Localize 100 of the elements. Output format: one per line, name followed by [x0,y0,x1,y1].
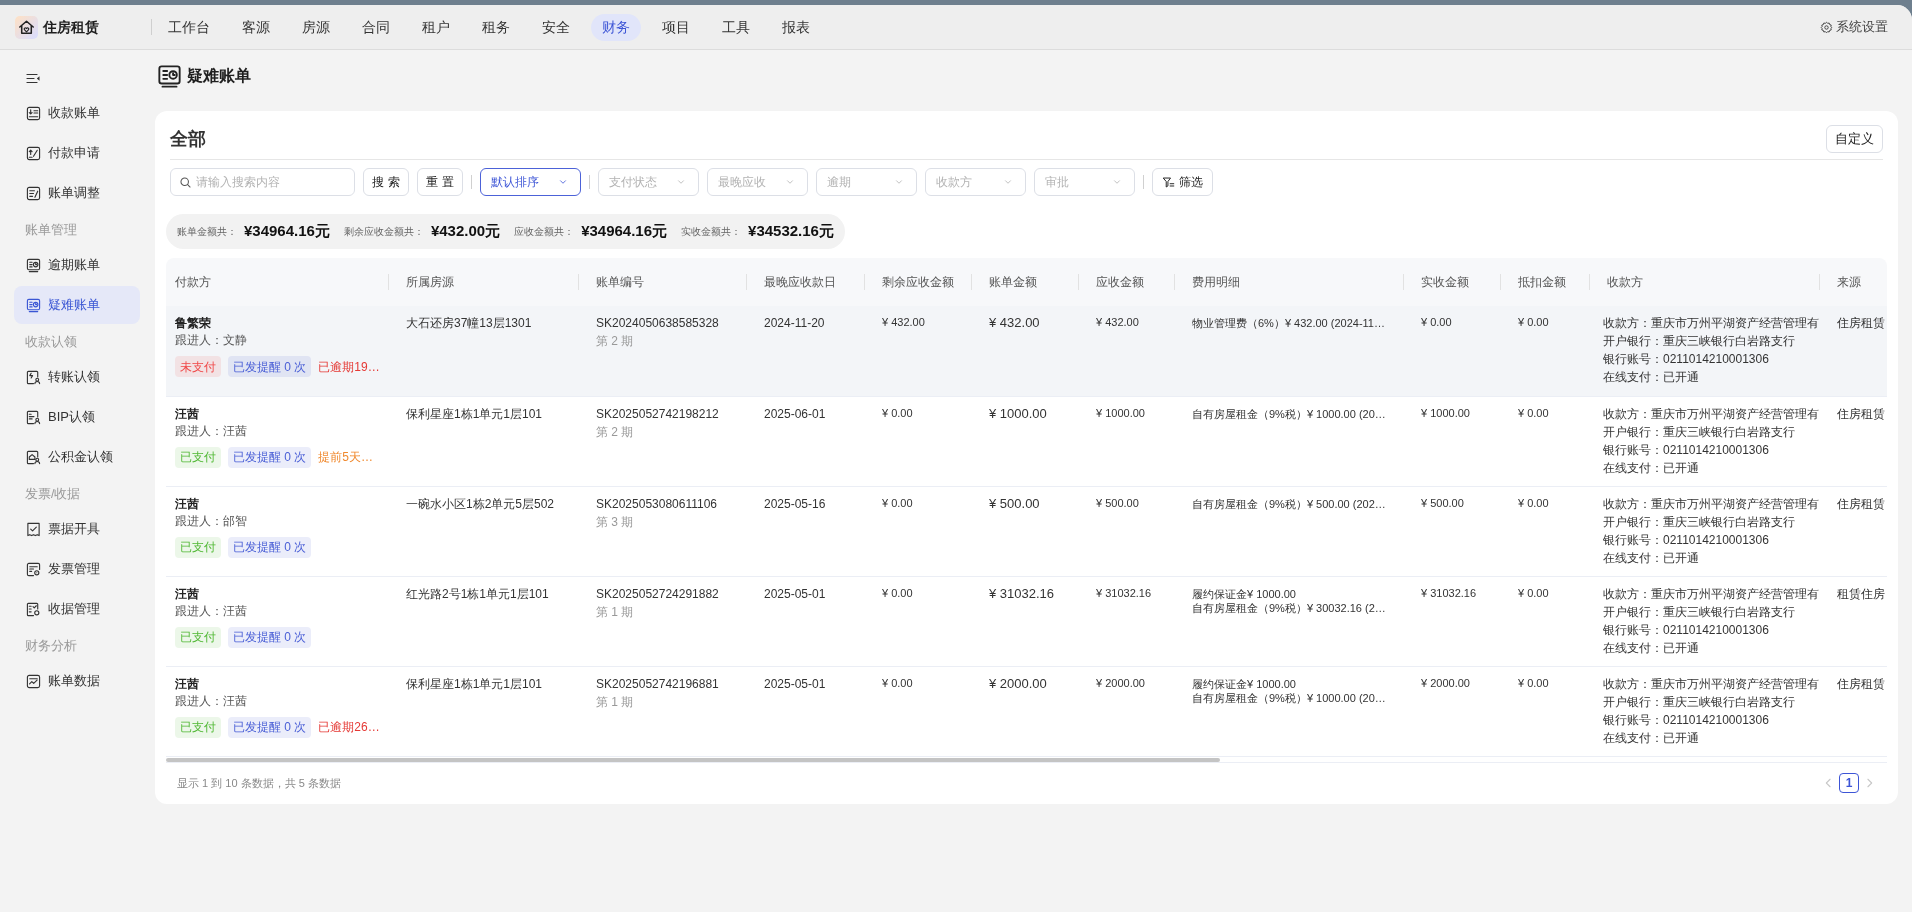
nav-tab[interactable]: 项目 [651,13,701,41]
amount-text: ¥ 1000.00 [1421,405,1470,421]
reset-button[interactable]: 重 置 [417,168,463,196]
nav-tab[interactable]: 合同 [351,13,401,41]
nav-tab[interactable]: 财务 [591,13,641,41]
bill-period: 第 2 期 [596,423,634,441]
column-header: 账单编号 [578,258,746,306]
card-heading: 全部 [170,127,206,151]
summary-label: 实收金额共： [681,225,742,239]
amount-text: ¥ 432.00 [989,314,1040,332]
column-header: 最晚应收款日 [746,258,864,306]
receipt-check-icon [26,521,41,537]
sidebar-item[interactable]: 账单数据 [14,662,140,700]
sidebar-item[interactable]: 疑难账单 [14,286,140,324]
settings-icon [1820,20,1833,34]
amount-text: ¥ 432.00 [1096,315,1139,330]
payer-name: 汪茜 [175,405,199,423]
filter-button[interactable]: 筛选 [1152,168,1213,196]
source-text: 住房租赁 [1837,405,1885,423]
status-tag: 已支付 [175,446,221,468]
page-button[interactable]: 1 [1839,773,1859,794]
sidebar-item[interactable]: 公积金认领 [14,438,140,476]
bill-period: 第 3 期 [596,513,634,531]
column-header: 账单金额 [971,258,1078,306]
pagination-info: 显示 1 到 10 条数据，共 5 条数据 [177,776,341,791]
amount-text: ¥ 31032.16 [989,584,1055,603]
nav-tab[interactable]: 工作台 [157,13,221,41]
nav-tab[interactable]: 租户 [411,13,461,41]
sidebar-item[interactable]: 收款账单 [14,94,140,132]
customize-button[interactable]: 自定义 [1826,125,1883,153]
bill-number: SK2025053080611106 [596,495,717,513]
sidebar-item[interactable]: 发票管理 [14,550,140,588]
fee-detail-line: 自有房屋租金（9%税）¥ 1000.00 (20… [1192,690,1386,705]
search-field[interactable]: 请输入搜索内容 [170,168,355,196]
nav-tab[interactable]: 报表 [771,13,821,41]
nav-tab[interactable]: 租务 [471,13,521,41]
amount-text: ¥ 0.00 [882,495,913,511]
status-tag: 已发提醒 0 次 [228,536,312,558]
summary-value: ¥34964.16元 [581,221,668,242]
sidebar-item[interactable]: 逾期账单 [14,246,140,284]
nav-tab[interactable]: 客源 [231,13,281,41]
settings-button[interactable]: 系统设置 [1820,17,1888,37]
page-title: 疑难账单 [187,66,251,86]
summary-value: ¥34964.16元 [244,221,330,242]
chevron-down-icon [1112,177,1122,187]
payee-info-line: 收款方：重庆市万州平湖资产经营管理有 [1603,495,1819,513]
sidebar-group-label: 财务分析 [25,637,77,655]
payee-info-line: 开户银行：重庆三峡银行白岩路支行 [1603,333,1795,350]
property-name: 保利星座1栋1单元1层101 [406,675,543,693]
search-button[interactable]: 搜 索 [363,168,409,196]
source-text: 租赁住房 [1837,585,1885,603]
payee-info-line: 收款方：重庆市万州平湖资产经营管理有 [1603,675,1819,693]
summary-label: 账单金额共： [177,225,237,239]
chevron-down-icon [785,177,795,187]
fee-detail-line: 履约保证金¥ 1000.00 [1192,586,1296,601]
column-header: 实收金额 [1403,258,1500,306]
document-person-icon [26,369,41,385]
follower-text: 跟进人：汪茜 [175,692,247,710]
bill-period: 第 2 期 [596,333,634,350]
sidebar-item[interactable]: 账单调整 [14,174,140,212]
bill-number: SK2025052742198212 [596,405,719,423]
payee-info-line: 银行账号：0211014210001306 [1603,351,1769,368]
chevron-down-icon [558,177,568,187]
column-header: 抵扣金额 [1500,258,1589,306]
sidebar-item[interactable]: 付款申请 [14,134,140,172]
sidebar-group-label: 发票/收据 [25,485,81,503]
house-icon [15,15,38,39]
amount-text: ¥ 2000.00 [1421,675,1470,691]
source-text: 住房租赁 [1837,675,1885,693]
sidebar-item[interactable]: 票据开具 [14,510,140,548]
follower-text: 跟进人：汪茜 [175,422,247,440]
payee-info-line: 收款方：重庆市万州平湖资产经营管理有 [1603,405,1819,423]
sort-select[interactable]: 默认排序 [480,168,581,196]
summary-label: 剩余应收金额共： [343,225,424,239]
status-tag: 未支付 [175,356,221,377]
nav-tab[interactable]: 安全 [531,13,581,41]
nav-tab[interactable]: 工具 [711,13,761,41]
amount-text: ¥ 0.00 [882,675,913,691]
sidebar-item[interactable]: BIP认领 [14,398,140,436]
property-name: 一碗水小区1栋2单元5层502 [406,495,555,513]
fee-detail-line: 自有房屋租金（9%税）¥ 500.00 (202… [1192,496,1386,511]
fee-detail-line: 物业管理费（6%）¥ 432.00 (2024-11… [1192,316,1385,330]
document-clock-icon [26,297,41,313]
collapse-sidebar-button[interactable] [26,73,40,84]
sidebar-item[interactable]: 收据管理 [14,590,140,628]
document-pen-icon [26,185,41,201]
status-tag: 已发提醒 0 次 [228,626,312,648]
bill-number: SK2025052742196881 [596,675,719,693]
sidebar-item[interactable]: 转账认领 [14,358,140,396]
summary-value: ¥432.00元 [430,221,501,242]
column-header: 付款方 [166,258,388,306]
document-chart-icon [26,673,41,689]
due-date: 2025-05-01 [764,585,826,603]
status-tag: 已支付 [175,716,221,738]
payee-info-line: 在线支付：已开通 [1603,549,1699,567]
status-tag: 已支付 [175,536,221,558]
chevron-down-icon [1003,177,1013,187]
status-tag: 已发提醒 0 次 [228,446,312,468]
source-text: 住房租赁 [1837,495,1885,513]
nav-tab[interactable]: 房源 [291,13,341,41]
